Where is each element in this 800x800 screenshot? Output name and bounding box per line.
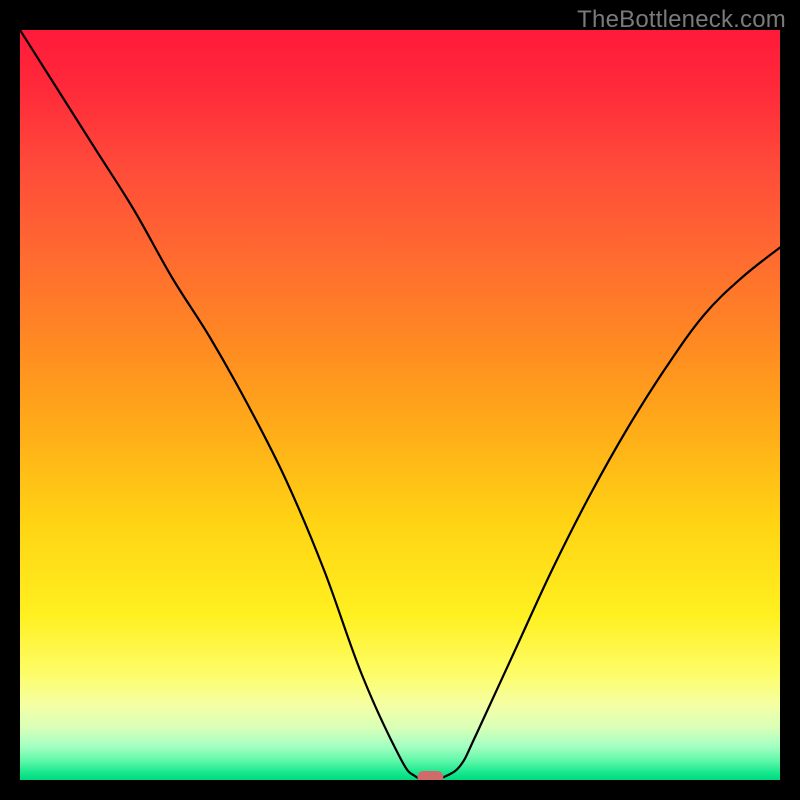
watermark-text: TheBottleneck.com bbox=[577, 6, 786, 34]
plot-area bbox=[20, 30, 780, 780]
chart-frame: TheBottleneck.com bbox=[0, 0, 800, 800]
curve-svg bbox=[20, 30, 780, 780]
minimum-marker bbox=[417, 771, 443, 780]
bottleneck-curve bbox=[20, 30, 780, 780]
